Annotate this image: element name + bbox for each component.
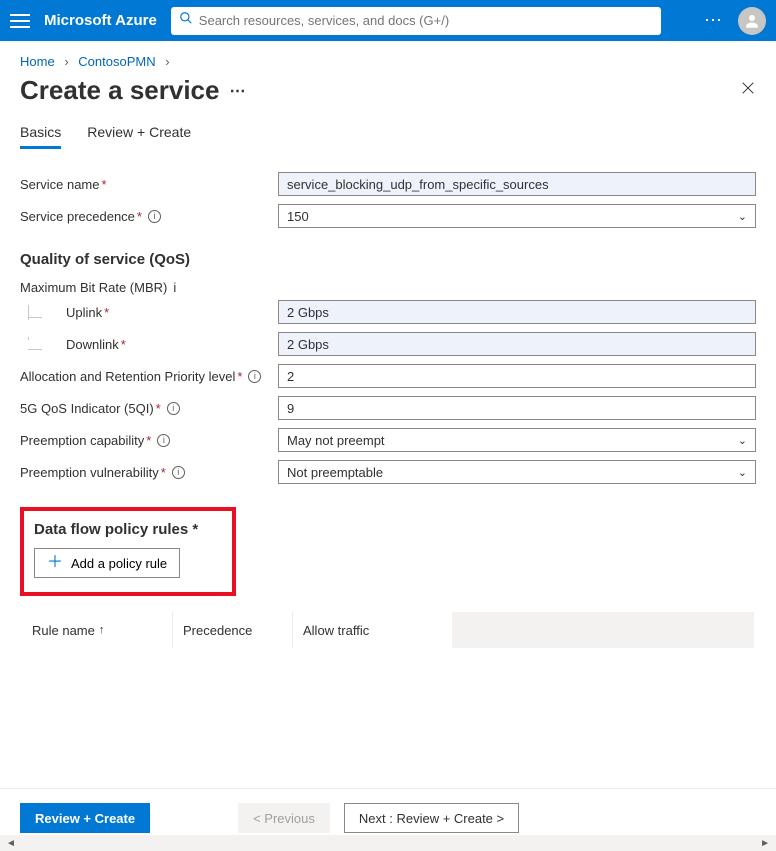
brand-label[interactable]: Microsoft Azure [44, 12, 157, 29]
column-allow-traffic[interactable]: Allow traffic [292, 612, 452, 648]
required-icon: * [121, 337, 126, 352]
downlink-label: Downlink [66, 337, 119, 352]
scroll-right-icon[interactable]: ► [756, 838, 774, 849]
plus-icon: ＋ [47, 555, 63, 571]
required-icon: * [192, 521, 198, 538]
title-bar: Create a service ⋯ [0, 75, 776, 124]
service-precedence-select[interactable]: 150 ⌄ [278, 204, 756, 228]
tab-review-create[interactable]: Review + Create [87, 124, 191, 149]
required-icon: * [237, 369, 242, 384]
uplink-input[interactable]: 2 Gbps [278, 300, 756, 324]
qos-title: Quality of service (QoS) [20, 251, 756, 268]
mbr-label: Maximum Bit Rate (MBR) [20, 280, 167, 295]
chevron-down-icon: ⌄ [738, 210, 747, 223]
service-name-input[interactable]: service_blocking_udp_from_specific_sourc… [278, 172, 756, 196]
tab-basics[interactable]: Basics [20, 124, 61, 149]
search-icon [179, 11, 193, 30]
breadcrumb-resource[interactable]: ContosoPMN [78, 54, 155, 69]
user-avatar-icon[interactable] [738, 7, 766, 35]
breadcrumb-home[interactable]: Home [20, 54, 55, 69]
column-rule-name[interactable]: Rule name ↑ [22, 612, 172, 648]
service-name-label: Service name [20, 177, 99, 192]
data-flow-title: Data flow policy rules [34, 521, 188, 538]
next-button[interactable]: Next : Review + Create > [344, 803, 519, 833]
previous-button: < Previous [238, 803, 330, 833]
info-icon[interactable]: i [173, 280, 176, 295]
info-icon[interactable]: i [167, 402, 180, 415]
top-bar: Microsoft Azure ⋯ [0, 0, 776, 41]
preempt-vul-label: Preemption vulnerability [20, 465, 159, 480]
close-icon[interactable] [740, 80, 756, 101]
downlink-input[interactable]: 2 Gbps [278, 332, 756, 356]
preempt-cap-select[interactable]: May not preempt ⌄ [278, 428, 756, 452]
required-icon: * [146, 433, 151, 448]
info-icon[interactable]: i [248, 370, 261, 383]
title-more-icon[interactable]: ⋯ [229, 81, 246, 101]
info-icon[interactable]: i [157, 434, 170, 447]
chevron-right-icon: › [165, 54, 169, 69]
arp-input[interactable]: 2 [278, 364, 756, 388]
info-icon[interactable]: i [148, 210, 161, 223]
required-icon: * [156, 401, 161, 416]
required-icon: * [104, 305, 109, 320]
preempt-vul-select[interactable]: Not preemptable ⌄ [278, 460, 756, 484]
search-input[interactable] [199, 13, 653, 28]
chevron-down-icon: ⌄ [738, 466, 747, 479]
data-flow-highlight: Data flow policy rules * ＋ Add a policy … [20, 507, 236, 596]
search-box[interactable] [171, 7, 661, 35]
breadcrumb: Home › ContosoPMN › [0, 41, 776, 75]
more-icon[interactable]: ⋯ [704, 10, 724, 31]
sort-asc-icon: ↑ [99, 624, 105, 636]
chevron-down-icon: ⌄ [738, 434, 747, 447]
required-icon: * [161, 465, 166, 480]
footer: Review + Create < Previous Next : Review… [0, 788, 776, 833]
required-icon: * [137, 209, 142, 224]
info-icon[interactable]: i [172, 466, 185, 479]
qi5-label: 5G QoS Indicator (5QI) [20, 401, 154, 416]
column-spacer [452, 612, 754, 648]
service-precedence-label: Service precedence [20, 209, 135, 224]
rules-table-header: Rule name ↑ Precedence Allow traffic [20, 612, 756, 648]
qi5-input[interactable]: 9 [278, 396, 756, 420]
column-precedence[interactable]: Precedence [172, 612, 292, 648]
menu-icon[interactable] [10, 14, 30, 28]
add-policy-rule-button[interactable]: ＋ Add a policy rule [34, 548, 180, 578]
chevron-right-icon: › [64, 54, 68, 69]
uplink-label: Uplink [66, 305, 102, 320]
review-create-button[interactable]: Review + Create [20, 803, 150, 833]
arp-label: Allocation and Retention Priority level [20, 369, 235, 384]
required-icon: * [101, 177, 106, 192]
page-title: Create a service [20, 75, 219, 106]
preempt-cap-label: Preemption capability [20, 433, 144, 448]
scroll-left-icon[interactable]: ◄ [2, 838, 20, 849]
tabs: Basics Review + Create [0, 124, 776, 149]
horizontal-scrollbar[interactable]: ◄ ► [0, 835, 776, 851]
